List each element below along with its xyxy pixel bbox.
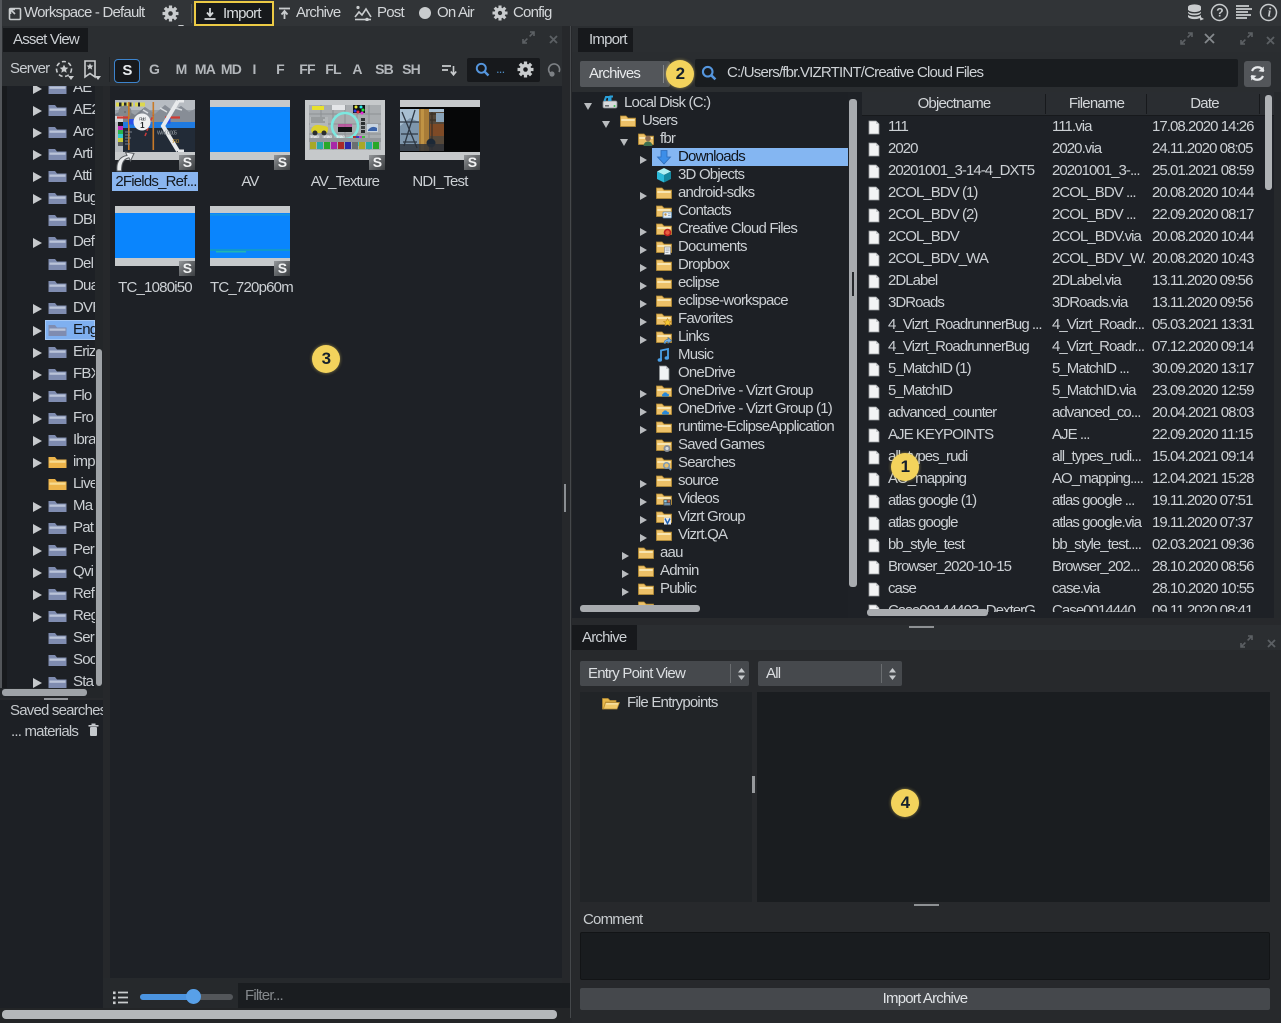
svg-text::F:0: :F:0 — [172, 139, 179, 145]
svg-text:i: i — [1268, 5, 1272, 20]
svg-text:WW.00.0.05: WW.00.0.05 — [157, 131, 177, 137]
svg-text:?: ? — [1216, 6, 1223, 20]
